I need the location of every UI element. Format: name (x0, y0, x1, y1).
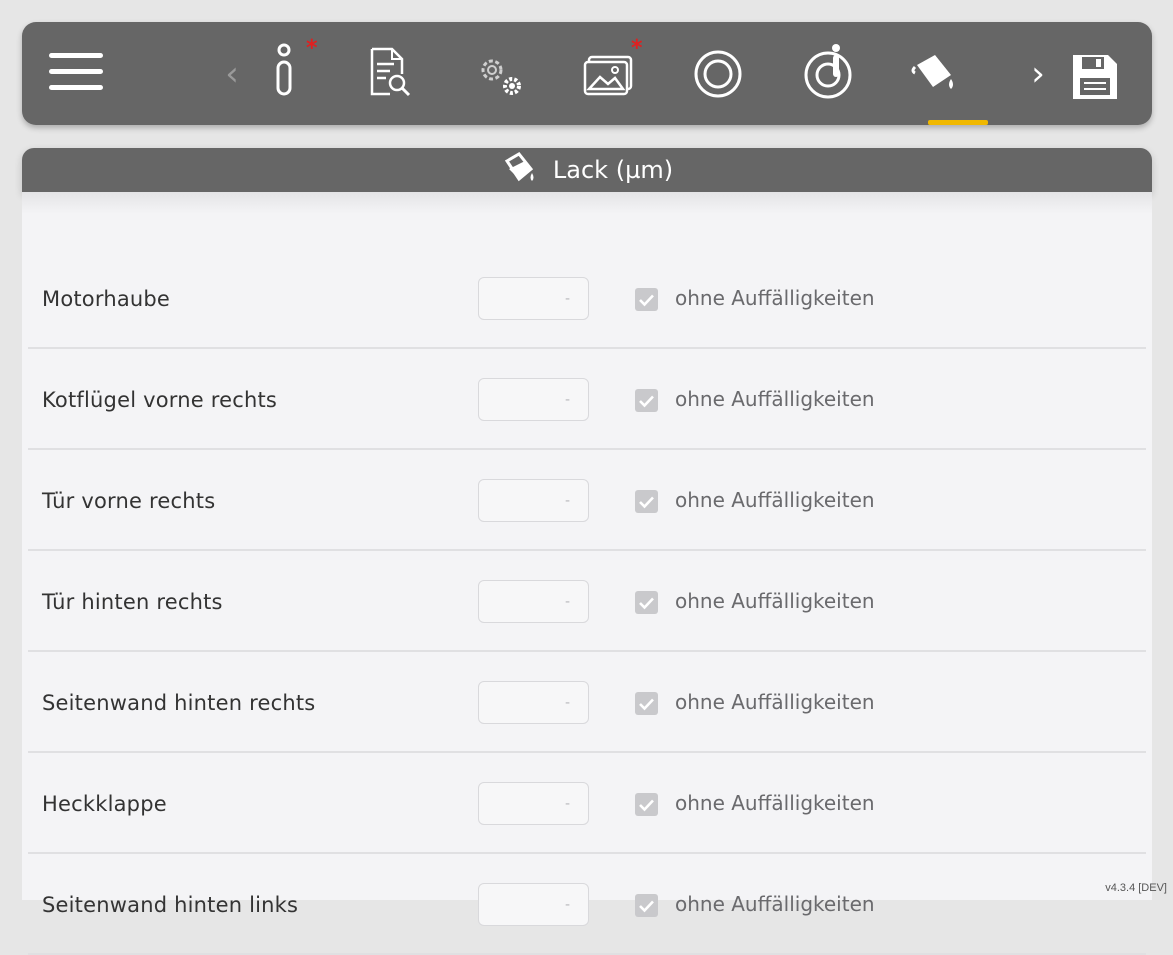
list-item: Tür vorne rechts - ohne Auffälligkeiten (28, 450, 1146, 551)
part-label: Seitenwand hinten links (42, 854, 298, 955)
paint-bucket-icon[interactable] (906, 46, 962, 98)
prev-arrow-glyph: ‹ (225, 54, 239, 94)
part-label: Tür vorne rechts (42, 450, 215, 551)
document-search-icon[interactable] (362, 44, 416, 100)
no-issues-label: ohne Auffälligkeiten (675, 791, 875, 815)
required-marker: * (306, 38, 318, 60)
required-marker: * (631, 38, 643, 60)
settings-gears-icon[interactable] (470, 48, 530, 102)
paint-thickness-input[interactable]: - (478, 277, 589, 320)
no-issues-checkbox[interactable] (635, 793, 658, 816)
no-issues-label: ohne Auffälligkeiten (675, 488, 875, 512)
list-item: Kotflügel vorne rechts - ohne Auffälligkei… (28, 349, 1146, 450)
section-header: Lack (µm) (22, 148, 1152, 192)
part-label: Motorhaube (42, 248, 170, 349)
no-issues-checkbox[interactable] (635, 692, 658, 715)
paint-thickness-input[interactable]: - (478, 883, 589, 926)
next-arrow-glyph: › (1031, 54, 1045, 94)
paint-thickness-input[interactable]: - (478, 479, 589, 522)
checkmark-icon (638, 293, 655, 307)
paint-thickness-input[interactable]: - (478, 782, 589, 825)
no-issues-label: ohne Auffälligkeiten (675, 690, 875, 714)
section-title: Lack (µm) (553, 156, 673, 184)
part-label: Kotflügel vorne rechts (42, 349, 277, 450)
checkmark-icon (638, 495, 655, 509)
checkmark-icon (638, 697, 655, 711)
list-item: Seitenwand hinten rechts - ohne Auffälligk… (28, 652, 1146, 753)
no-issues-checkbox[interactable] (635, 490, 658, 513)
active-tab-indicator (928, 120, 988, 125)
list-item: Motorhaube - ohne Auffälligkeiten (28, 248, 1146, 349)
panel-shade (22, 192, 1152, 214)
no-issues-checkbox[interactable] (635, 389, 658, 412)
no-issues-label: ohne Auffälligkeiten (675, 589, 875, 613)
no-issues-checkbox[interactable] (635, 591, 658, 614)
floppy-disk-save-icon[interactable] (1068, 50, 1122, 104)
prev-arrow-icon[interactable]: ‹ (220, 56, 244, 92)
wheel-info-icon[interactable] (798, 40, 858, 102)
hamburger-menu-icon[interactable] (46, 48, 106, 96)
no-issues-label: ohne Auffälligkeiten (675, 387, 875, 411)
checkmark-icon (638, 899, 655, 913)
version-label: v4.3.4 [DEV] (1105, 882, 1167, 894)
paint-thickness-input[interactable]: - (478, 681, 589, 724)
no-issues-label: ohne Auffälligkeiten (675, 286, 875, 310)
list-item: Heckklappe - ohne Auffälligkeiten (28, 753, 1146, 854)
checkmark-icon (638, 798, 655, 812)
checkmark-icon (638, 596, 655, 610)
no-issues-checkbox[interactable] (635, 894, 658, 917)
no-issues-checkbox[interactable] (635, 288, 658, 311)
measurement-panel: Motorhaube-ohne AuffälligkeitenKotflügel… (22, 192, 1152, 900)
tire-icon[interactable] (690, 46, 746, 102)
next-arrow-icon[interactable]: › (1026, 56, 1050, 92)
part-label: Heckklappe (42, 753, 167, 854)
paint-bucket-icon (501, 151, 537, 189)
paint-thickness-input[interactable]: - (478, 580, 589, 623)
paint-thickness-input[interactable]: - (478, 378, 589, 421)
info-icon[interactable] (262, 40, 306, 102)
part-label: Seitenwand hinten rechts (42, 652, 315, 753)
top-toolbar: ‹ * (22, 22, 1152, 125)
checkmark-icon (638, 394, 655, 408)
images-icon[interactable] (580, 50, 638, 100)
part-label: Tür hinten rechts (42, 551, 223, 652)
list-item: Tür hinten rechts - ohne Auffälligkeiten (28, 551, 1146, 652)
list-item: Seitenwand hinten links - ohne Auffälligke… (28, 854, 1146, 955)
no-issues-label: ohne Auffälligkeiten (675, 892, 875, 916)
